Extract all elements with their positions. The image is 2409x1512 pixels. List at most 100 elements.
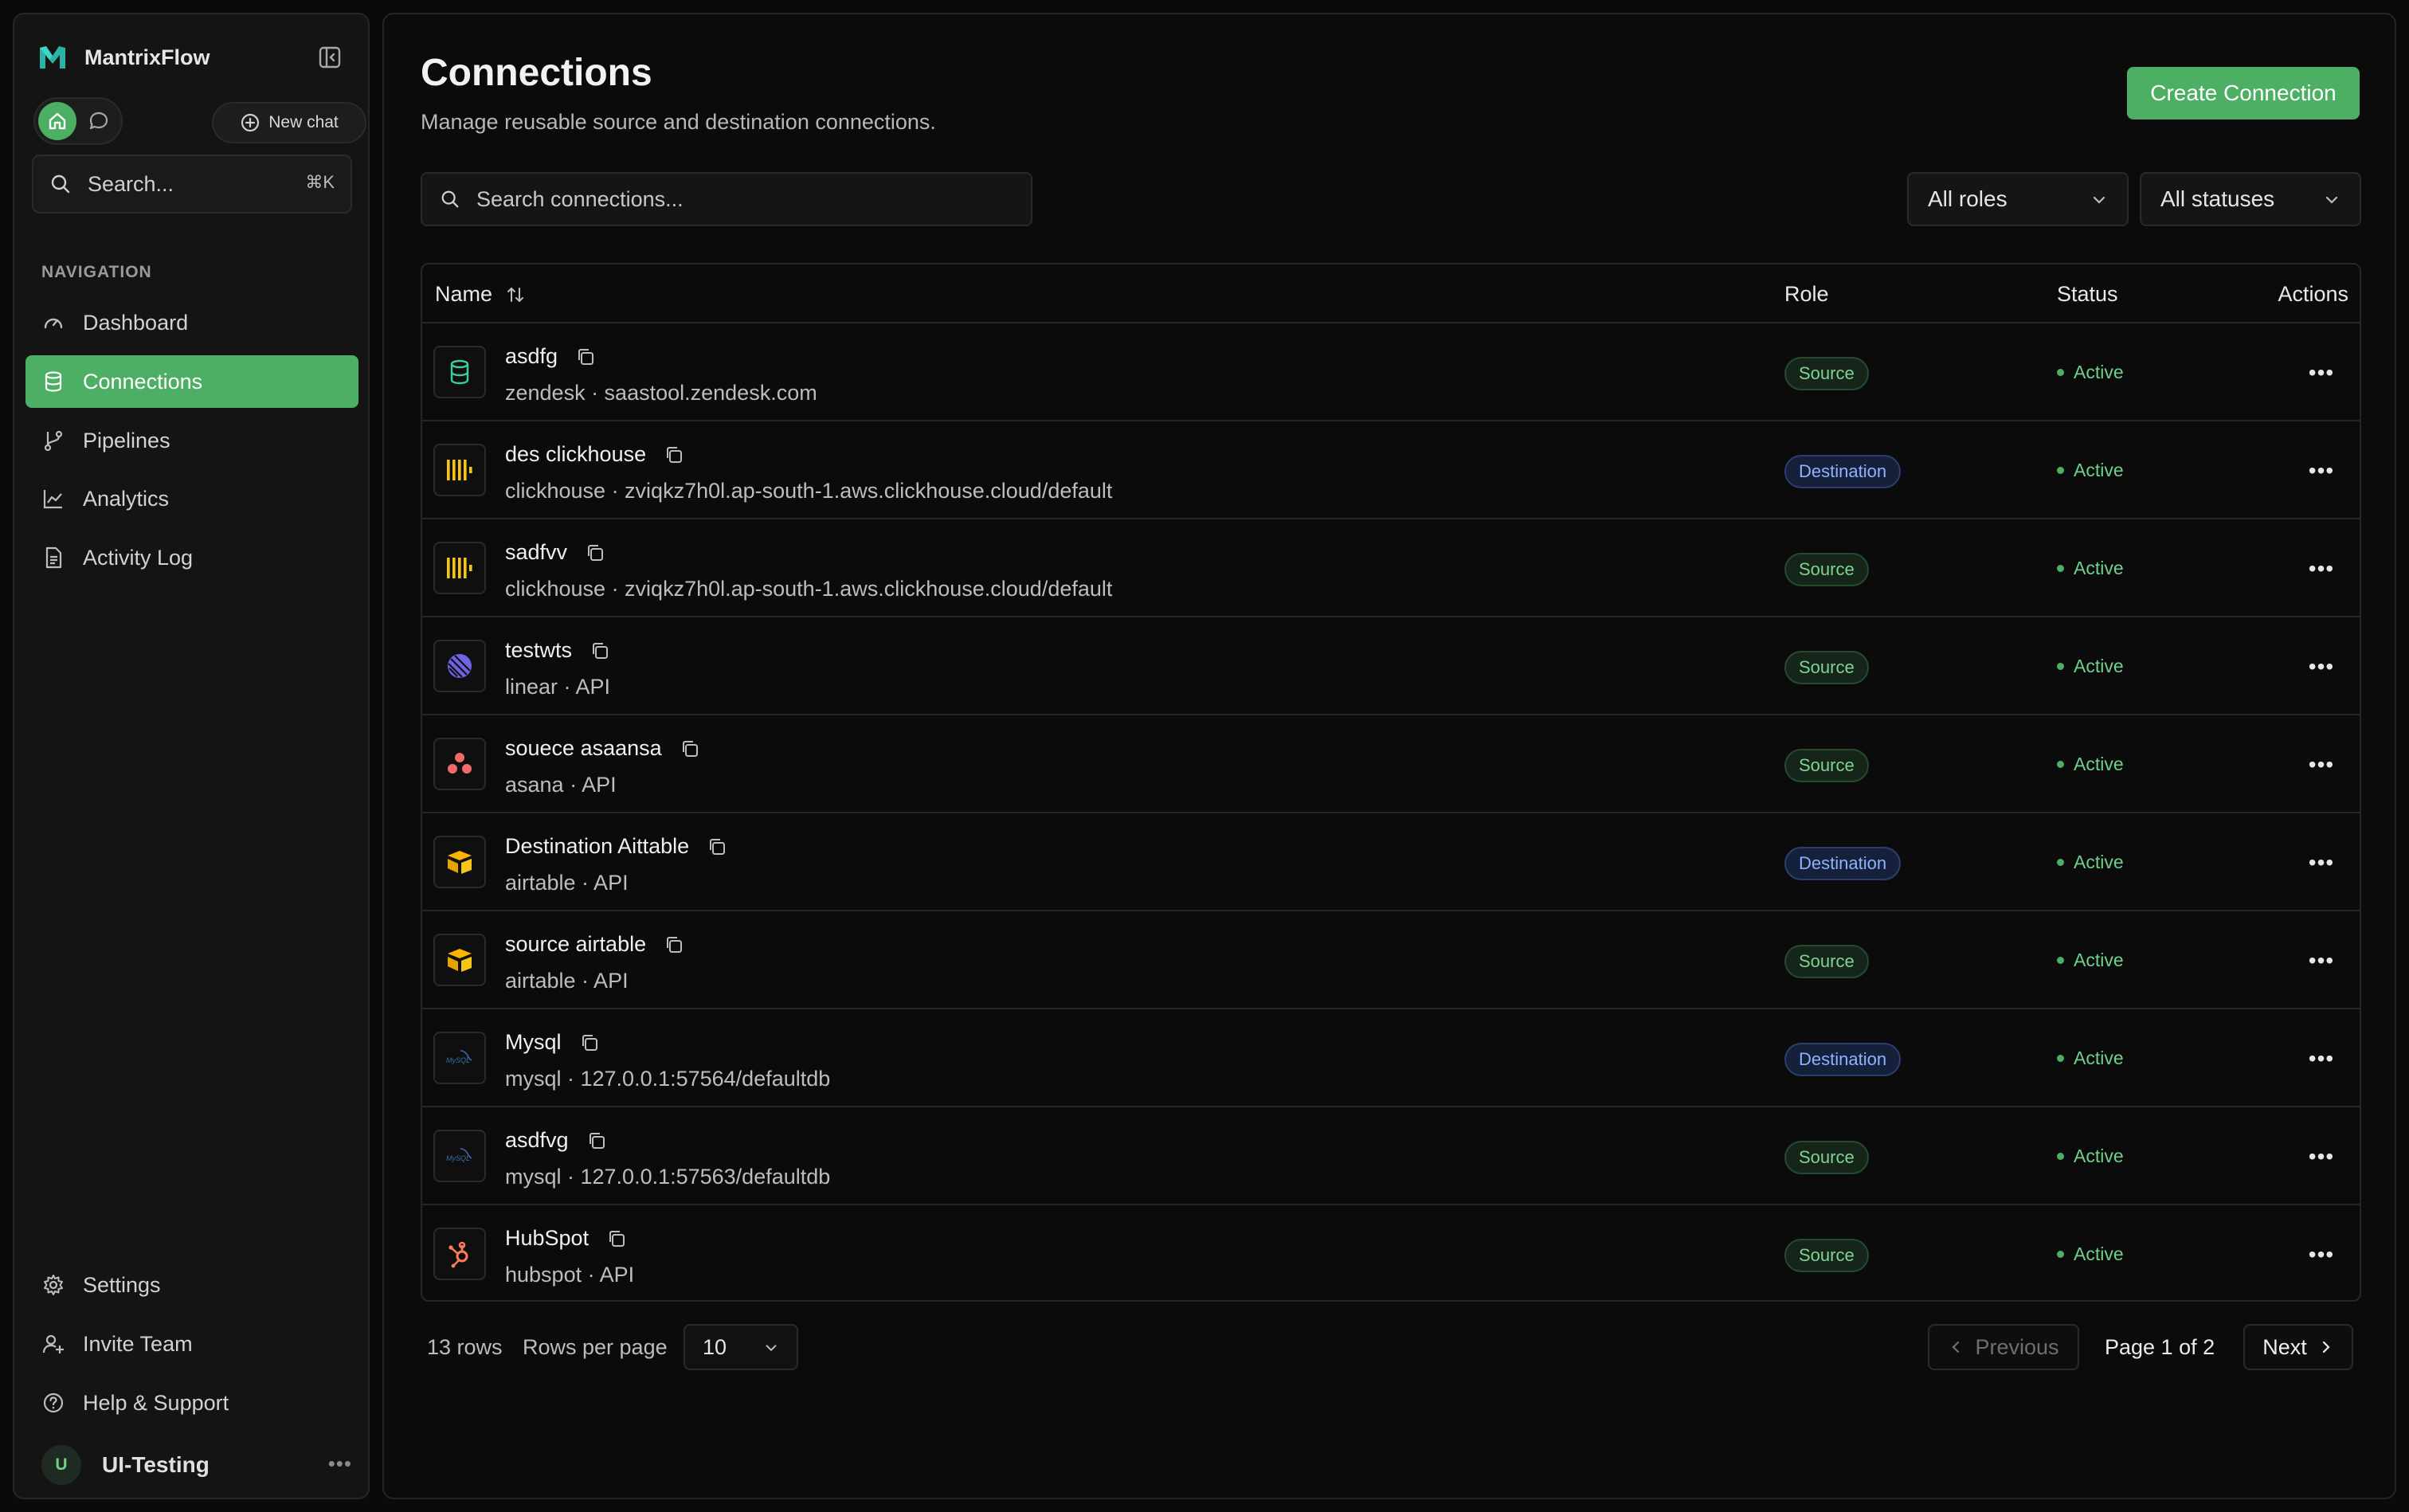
- sort-icon[interactable]: [505, 284, 526, 305]
- connection-details: airtable · API: [505, 969, 629, 993]
- table-row[interactable]: source airtable airtable · API Source Activ…: [422, 911, 2360, 1009]
- sidebar-item-settings[interactable]: Settings: [25, 1259, 358, 1311]
- status-indicator: Active: [2057, 656, 2124, 677]
- connection-search-placeholder: Search connections...: [476, 186, 684, 211]
- table-row[interactable]: souece asaansa asana · API Source Active •••: [422, 715, 2360, 813]
- status-indicator: Active: [2057, 1146, 2124, 1167]
- sidebar-item-dashboard[interactable]: Dashboard: [25, 296, 358, 349]
- role-filter-select[interactable]: All roles: [1907, 172, 2129, 226]
- copy-icon[interactable]: [579, 1032, 600, 1053]
- status-indicator: Active: [2057, 852, 2124, 873]
- chat-mode-button[interactable]: [83, 105, 115, 137]
- connection-name[interactable]: souece asaansa: [505, 736, 662, 761]
- create-connection-button[interactable]: Create Connection: [2127, 67, 2360, 119]
- sidebar-item-label: Pipelines: [83, 428, 170, 452]
- status-text: Active: [2074, 362, 2124, 382]
- connection-name-cell: souece asaansa: [505, 736, 700, 761]
- sidebar-item-invite-team[interactable]: Invite Team: [25, 1318, 358, 1370]
- next-page-button[interactable]: Next: [2243, 1324, 2353, 1370]
- copy-icon[interactable]: [680, 738, 700, 759]
- previous-page-button[interactable]: Previous: [1928, 1324, 2079, 1370]
- connection-name-cell: Mysql: [505, 1030, 600, 1055]
- row-actions-button[interactable]: •••: [2305, 1043, 2337, 1075]
- status-dot-icon: [2057, 1055, 2064, 1062]
- status-dot-icon: [2057, 957, 2064, 964]
- table-row[interactable]: HubSpot hubspot · API Source Active •••: [422, 1205, 2360, 1300]
- copy-icon[interactable]: [590, 640, 610, 661]
- status-text: Active: [2074, 754, 2124, 774]
- copy-icon[interactable]: [586, 1130, 607, 1151]
- copy-icon[interactable]: [606, 1228, 627, 1249]
- avatar: U: [41, 1445, 81, 1485]
- connection-name[interactable]: HubSpot: [505, 1226, 589, 1251]
- status-dot-icon: [2057, 761, 2064, 768]
- row-actions-button[interactable]: •••: [2305, 357, 2337, 389]
- connection-name[interactable]: source airtable: [505, 932, 646, 957]
- copy-icon[interactable]: [707, 836, 727, 857]
- rows-per-page-select[interactable]: 10: [684, 1324, 798, 1370]
- sidebar-item-activity-log[interactable]: Activity Log: [25, 531, 358, 584]
- copy-icon[interactable]: [664, 445, 684, 465]
- name-column-header[interactable]: Name: [435, 282, 526, 307]
- connection-name[interactable]: sadfvv: [505, 540, 567, 565]
- status-indicator: Active: [2057, 1048, 2124, 1069]
- status-filter-select[interactable]: All statuses: [2140, 172, 2361, 226]
- sidebar-item-connections[interactable]: Connections: [25, 355, 358, 408]
- sidebar-item-analytics[interactable]: Analytics: [25, 472, 358, 525]
- more-horizontal-icon[interactable]: •••: [328, 1451, 352, 1476]
- chevron-down-icon: [766, 1345, 777, 1352]
- row-actions-button[interactable]: •••: [2305, 455, 2337, 487]
- role-badge: Source: [1784, 945, 1869, 978]
- copy-icon[interactable]: [585, 543, 605, 563]
- svg-text:MySQL: MySQL: [446, 1154, 470, 1162]
- table-row[interactable]: MySQL asdfvg mysql · 127.0.0.1:57563/defau…: [422, 1107, 2360, 1205]
- connection-search-input[interactable]: Search connections...: [421, 172, 1032, 226]
- table-row[interactable]: MySQL Mysql mysql · 127.0.0.1:57564/defaul…: [422, 1009, 2360, 1107]
- sidebar-item-pipelines[interactable]: Pipelines: [25, 414, 358, 467]
- collapse-sidebar-icon[interactable]: [317, 45, 343, 70]
- connection-name[interactable]: asdfvg: [505, 1128, 569, 1153]
- table-row[interactable]: sadfvv clickhouse · zviqkz7h0l.ap-south-1…: [422, 519, 2360, 617]
- role-badge: Source: [1784, 749, 1869, 782]
- sidebar-search[interactable]: Search... ⌘K: [32, 155, 352, 213]
- row-actions-button[interactable]: •••: [2305, 847, 2337, 879]
- connection-name-cell: source airtable: [505, 932, 684, 957]
- connection-name-cell: sadfvv: [505, 540, 605, 565]
- connection-name-cell: Destination Aittable: [505, 834, 727, 859]
- connection-name-cell: asdfvg: [505, 1128, 607, 1153]
- copy-icon[interactable]: [575, 347, 596, 367]
- user-menu[interactable]: U UI-Testing •••: [41, 1440, 358, 1490]
- row-actions-button[interactable]: •••: [2305, 651, 2337, 683]
- connection-name[interactable]: asdfg: [505, 344, 558, 369]
- connection-name[interactable]: Mysql: [505, 1030, 562, 1055]
- connection-name-cell: des clickhouse: [505, 442, 684, 467]
- chevron-down-icon: [2325, 196, 2338, 204]
- sidebar-item-help-support[interactable]: Help & Support: [25, 1377, 358, 1429]
- home-mode-button[interactable]: [38, 102, 76, 140]
- connection-name[interactable]: des clickhouse: [505, 442, 646, 467]
- row-actions-button[interactable]: •••: [2305, 553, 2337, 585]
- status-text: Active: [2074, 1146, 2124, 1166]
- table-row[interactable]: testwts linear · API Source Active •••: [422, 617, 2360, 715]
- status-indicator: Active: [2057, 1244, 2124, 1265]
- page-title: Connections: [421, 52, 652, 94]
- table-row[interactable]: asdfg zendesk · saastool.zendesk.com Sourc…: [422, 323, 2360, 421]
- new-chat-button[interactable]: New chat: [212, 102, 366, 143]
- status-dot-icon: [2057, 859, 2064, 866]
- row-actions-button[interactable]: •••: [2305, 749, 2337, 781]
- row-actions-button[interactable]: •••: [2305, 1239, 2337, 1271]
- sidebar-item-label: Dashboard: [83, 310, 189, 335]
- brand[interactable]: MantrixFlow: [37, 41, 210, 73]
- rows-per-page-label: Rows per page: [523, 1335, 668, 1359]
- row-actions-button[interactable]: •••: [2305, 1141, 2337, 1173]
- connection-name[interactable]: Destination Aittable: [505, 834, 689, 859]
- connection-name[interactable]: testwts: [505, 638, 572, 663]
- table-row[interactable]: Destination Aittable airtable · API Destin…: [422, 813, 2360, 911]
- copy-icon[interactable]: [664, 934, 684, 955]
- table-row[interactable]: des clickhouse clickhouse · zviqkz7h0l.ap…: [422, 421, 2360, 519]
- airtable-icon: [433, 836, 486, 888]
- row-actions-button[interactable]: •••: [2305, 945, 2337, 977]
- status-text: Active: [2074, 950, 2124, 970]
- chat-bubble-icon: [89, 112, 108, 130]
- sidebar-item-label: Invite Team: [83, 1331, 193, 1356]
